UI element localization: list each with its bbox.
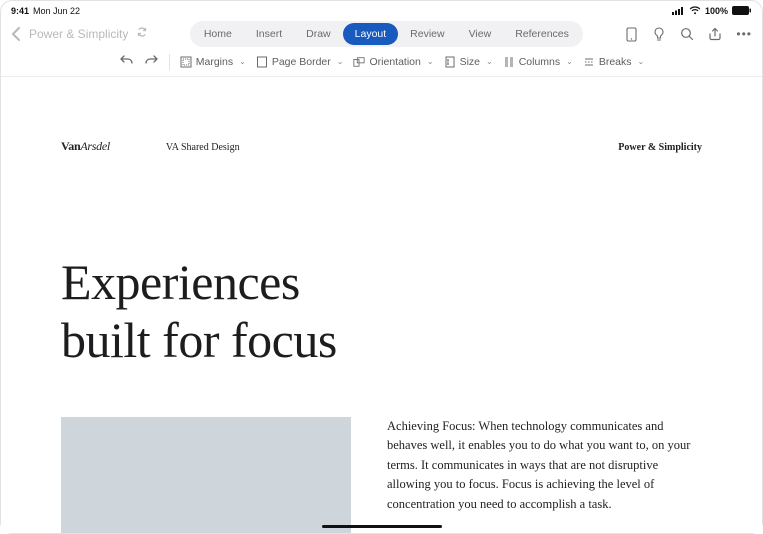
- columns-icon: [503, 56, 515, 68]
- margins-label: Margins: [196, 56, 233, 68]
- chevron-down-icon: ⌄: [337, 57, 344, 66]
- status-bar: 9:41 Mon Jun 22 100%: [1, 1, 762, 17]
- chevron-down-icon: ⌄: [638, 57, 645, 66]
- chevron-down-icon: ⌄: [239, 57, 246, 66]
- orientation-icon: [353, 56, 365, 68]
- tab-view[interactable]: View: [457, 23, 504, 45]
- share-icon[interactable]: [708, 27, 722, 41]
- brand-logo: VanArsdel: [61, 139, 110, 154]
- search-icon[interactable]: [680, 27, 694, 41]
- tab-insert[interactable]: Insert: [244, 23, 294, 45]
- size-icon: [444, 56, 456, 68]
- home-indicator[interactable]: [322, 525, 442, 529]
- tab-review[interactable]: Review: [398, 23, 456, 45]
- margins-button[interactable]: Margins ⌄: [180, 56, 246, 68]
- page-border-label: Page Border: [272, 56, 331, 68]
- back-button[interactable]: [11, 27, 21, 41]
- chevron-down-icon: ⌄: [486, 57, 493, 66]
- margins-icon: [180, 56, 192, 68]
- cellular-icon: [672, 6, 685, 15]
- battery-pct: 100%: [705, 6, 728, 16]
- status-time: 9:41: [11, 6, 29, 16]
- header-right-title: Power & Simplicity: [618, 142, 702, 153]
- document-page: VanArsdel VA Shared Design Power & Simpl…: [1, 81, 762, 533]
- tab-bar: Home Insert Draw Layout Review View Refe…: [190, 21, 583, 47]
- sync-icon[interactable]: [136, 25, 148, 43]
- undo-button[interactable]: [119, 54, 134, 70]
- brand-thin: Arsdel: [80, 139, 110, 153]
- hero-heading: Experiences built for focus: [61, 254, 702, 369]
- breaks-icon: [583, 56, 595, 68]
- size-button[interactable]: Size ⌄: [444, 56, 493, 68]
- columns-button[interactable]: Columns ⌄: [503, 56, 573, 68]
- page-header: VanArsdel VA Shared Design Power & Simpl…: [61, 139, 702, 154]
- redo-button[interactable]: [144, 54, 159, 70]
- chevron-down-icon: ⌄: [566, 57, 573, 66]
- ribbon: Margins ⌄ Page Border ⌄ Orientation ⌄ Si…: [1, 51, 762, 77]
- hero-line-2: built for focus: [61, 312, 702, 370]
- tab-layout[interactable]: Layout: [343, 23, 399, 45]
- columns-label: Columns: [519, 56, 560, 68]
- breaks-button[interactable]: Breaks ⌄: [583, 56, 644, 68]
- size-label: Size: [460, 56, 480, 68]
- header-subtitle: VA Shared Design: [166, 142, 240, 153]
- battery-icon: [732, 6, 752, 15]
- device-icon[interactable]: [624, 27, 638, 41]
- page-border-button[interactable]: Page Border ⌄: [256, 56, 344, 68]
- page-border-icon: [256, 56, 268, 68]
- orientation-button[interactable]: Orientation ⌄: [353, 56, 433, 68]
- more-button[interactable]: •••: [736, 28, 752, 40]
- body-paragraph: Achieving Focus: When technology communi…: [387, 417, 702, 533]
- image-placeholder: [61, 417, 351, 533]
- hero-line-1: Experiences: [61, 254, 702, 312]
- breaks-label: Breaks: [599, 56, 632, 68]
- tab-references[interactable]: References: [503, 23, 581, 45]
- document-title[interactable]: Power & Simplicity: [29, 27, 128, 41]
- orientation-label: Orientation: [369, 56, 420, 68]
- tab-draw[interactable]: Draw: [294, 23, 343, 45]
- document-canvas[interactable]: VanArsdel VA Shared Design Power & Simpl…: [1, 81, 762, 533]
- separator: [169, 54, 170, 70]
- brand-bold: Van: [61, 139, 80, 153]
- lightbulb-icon[interactable]: [652, 27, 666, 41]
- wifi-icon: [689, 6, 701, 15]
- status-date: Mon Jun 22: [33, 6, 80, 16]
- chevron-down-icon: ⌄: [427, 57, 434, 66]
- tab-home[interactable]: Home: [192, 23, 244, 45]
- title-bar: Power & Simplicity Home Insert Draw Layo…: [1, 17, 762, 51]
